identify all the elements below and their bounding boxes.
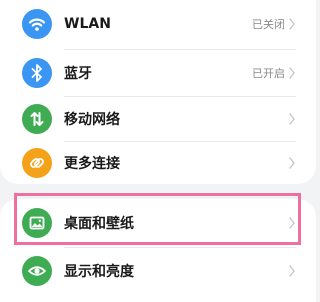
settings-item-status: 已关闭: [252, 18, 285, 31]
settings-item-label: 更多连接: [64, 156, 120, 172]
settings-item-label: 显示和亮度: [64, 264, 134, 280]
eye-icon: [22, 256, 52, 286]
settings-item-bluetooth[interactable]: 蓝牙 已开启: [0, 49, 316, 97]
settings-item-wallpaper[interactable]: 桌面和壁纸: [0, 199, 316, 247]
settings-item-label: 桌面和壁纸: [64, 216, 134, 232]
settings-item-display-brightness[interactable]: 显示和亮度: [0, 247, 316, 295]
settings-item-wlan[interactable]: WLAN 已关闭: [0, 0, 316, 48]
wifi-icon: [22, 9, 52, 39]
settings-item-more-connections[interactable]: 更多连接: [0, 139, 316, 187]
settings-item-status: 已开启: [252, 67, 285, 80]
settings-group-display: 桌面和壁纸 显示和亮度: [0, 199, 316, 302]
wallpaper-icon: [22, 208, 52, 238]
settings-group-connectivity: WLAN 已关闭 蓝牙 已开启 移动网络 更多连接: [0, 0, 316, 184]
settings-item-label: 移动网络: [64, 112, 120, 128]
chevron-right-icon: [289, 113, 295, 125]
settings-item-label: WLAN: [64, 16, 111, 32]
chevron-right-icon: [289, 217, 295, 229]
bluetooth-icon: [22, 58, 52, 88]
chevron-right-icon: [289, 265, 295, 277]
chevron-right-icon: [289, 18, 295, 30]
settings-item-label: 蓝牙: [64, 66, 92, 82]
chevron-right-icon: [289, 67, 295, 79]
link-icon: [22, 148, 52, 178]
chevron-right-icon: [289, 157, 295, 169]
mobile-data-icon: [22, 104, 52, 134]
settings-item-mobile-network[interactable]: 移动网络: [0, 95, 316, 143]
